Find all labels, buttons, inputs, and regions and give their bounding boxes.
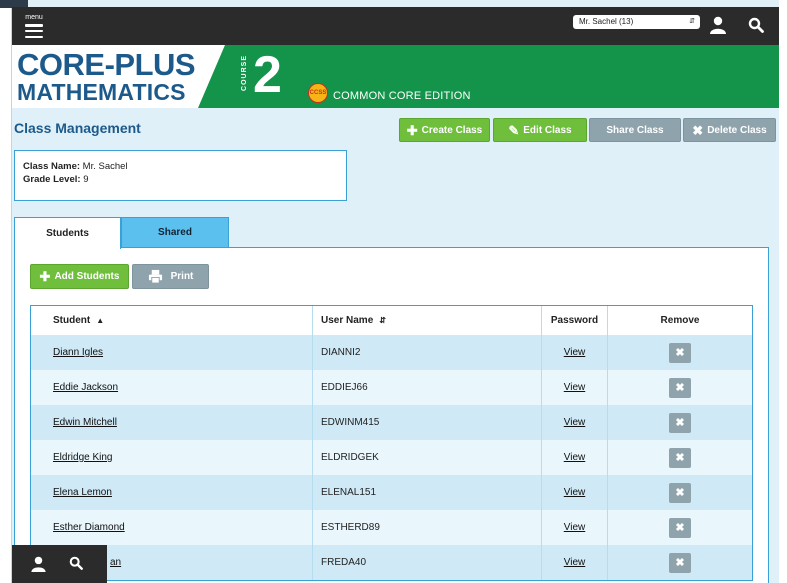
ccss-badge-icon: CCSS xyxy=(308,83,328,103)
remove-student-button[interactable]: ✖ xyxy=(669,517,691,538)
search-icon[interactable] xyxy=(69,556,83,570)
view-password-link[interactable]: View xyxy=(564,382,586,393)
table-row: Edwin Mitchell EDWINM415 View ✖ xyxy=(31,405,752,440)
course-label: COURSE xyxy=(241,55,248,91)
class-name-label: Class Name: xyxy=(23,161,81,172)
floating-toolbar xyxy=(12,545,107,583)
plus-icon: ✚ xyxy=(39,269,51,284)
create-class-label: Create Class xyxy=(421,124,483,136)
create-class-button[interactable]: ✚ Create Class xyxy=(399,118,490,142)
student-name-link[interactable]: Eldridge King xyxy=(53,452,112,463)
course-number: 2 xyxy=(253,46,282,104)
print-button[interactable]: Print xyxy=(132,264,209,289)
username-cell: ESTHERD89 xyxy=(313,510,542,545)
brand-title-line1: CORE-PLUS xyxy=(17,47,196,82)
search-icon[interactable] xyxy=(748,17,764,33)
class-name-value: Mr. Sachel xyxy=(82,161,128,172)
add-students-label: Add Students xyxy=(54,271,120,282)
remove-student-button[interactable]: ✖ xyxy=(669,377,691,398)
printer-icon xyxy=(148,269,162,284)
table-row: Eldridge King ELDRIDGEK View ✖ xyxy=(31,440,752,475)
column-header-student-label: Student xyxy=(53,315,91,326)
user-icon[interactable] xyxy=(710,16,726,34)
grade-level-value: 9 xyxy=(83,174,89,185)
remove-student-button[interactable]: ✖ xyxy=(669,342,691,363)
view-password-link[interactable]: View xyxy=(564,417,586,428)
menu-label: menu xyxy=(25,14,43,21)
table-row: Elena Lemon ELENAL151 View ✖ xyxy=(31,475,752,510)
grade-level-label: Grade Level: xyxy=(23,174,81,185)
view-password-link[interactable]: View xyxy=(564,452,586,463)
brand-title-line2: MATHEMATICS xyxy=(17,79,186,105)
page-title: Class Management xyxy=(14,120,141,136)
username-cell: FREDA40 xyxy=(313,545,542,580)
close-icon: ✖ xyxy=(692,122,704,138)
class-info-box: Class Name: Mr. Sachel Grade Level: 9 xyxy=(14,150,347,201)
edition-label: COMMON CORE EDITION xyxy=(333,90,471,102)
column-header-remove: Remove xyxy=(660,315,700,326)
menu-button[interactable]: menu xyxy=(12,7,56,45)
column-header-username[interactable]: User Name ⇵ xyxy=(313,306,542,335)
share-class-label: Share Class xyxy=(606,124,664,136)
background-window-strip-right xyxy=(779,0,787,583)
table-row: Diann Igles DIANNI2 View ✖ xyxy=(31,335,752,370)
table-row: an FREDA40 View ✖ xyxy=(31,545,752,580)
view-password-link[interactable]: View xyxy=(564,347,586,358)
student-name-link[interactable]: Diann Igles xyxy=(53,347,103,358)
remove-student-button[interactable]: ✖ xyxy=(669,412,691,433)
view-password-link[interactable]: View xyxy=(564,487,586,498)
student-name-link[interactable]: Eddie Jackson xyxy=(53,382,118,393)
top-navigation-bar: menu Mr. Sachel (13) ⇵ xyxy=(12,7,779,45)
add-students-button[interactable]: ✚ Add Students xyxy=(30,264,129,289)
edit-class-label: Edit Class xyxy=(523,124,572,136)
students-table: Student ▲ User Name ⇵ Password Remove Di… xyxy=(30,305,753,581)
class-selector-value: Mr. Sachel (13) xyxy=(579,17,634,26)
pencil-icon: ✎ xyxy=(508,122,520,138)
student-name-link[interactable]: Esther Diamond xyxy=(53,522,125,533)
student-name-link[interactable]: an xyxy=(110,557,121,568)
sort-ascending-icon: ▲ xyxy=(96,316,105,325)
share-class-button[interactable]: Share Class xyxy=(589,118,681,142)
view-password-link[interactable]: View xyxy=(564,557,586,568)
table-row: Eddie Jackson EDDIEJ66 View ✖ xyxy=(31,370,752,405)
table-row: Esther Diamond ESTHERD89 View ✖ xyxy=(31,510,752,545)
column-header-password: Password xyxy=(542,306,608,335)
class-selector[interactable]: Mr. Sachel (13) ⇵ xyxy=(573,15,700,29)
student-name-link[interactable]: Edwin Mitchell xyxy=(53,417,117,428)
course-banner xyxy=(198,45,779,108)
tab-students[interactable]: Students xyxy=(14,217,121,249)
tab-shared[interactable]: Shared xyxy=(121,217,229,248)
username-cell: EDDIEJ66 xyxy=(313,370,542,405)
username-cell: ELDRIDGEK xyxy=(313,440,542,475)
background-window-strip xyxy=(0,0,12,583)
delete-class-button[interactable]: ✖ Delete Class xyxy=(683,118,776,142)
student-name-link[interactable]: Elena Lemon xyxy=(53,487,112,498)
view-password-link[interactable]: View xyxy=(564,522,586,533)
plus-icon: ✚ xyxy=(406,122,418,138)
hamburger-icon xyxy=(25,24,43,38)
username-cell: ELENAL151 xyxy=(313,475,542,510)
delete-class-label: Delete Class xyxy=(707,124,767,136)
user-icon[interactable] xyxy=(31,556,46,572)
select-arrows-icon: ⇵ xyxy=(689,18,695,25)
column-header-student[interactable]: Student ▲ xyxy=(31,306,313,335)
brand-header: CORE-PLUS MATHEMATICS COURSE 2 CCSS COMM… xyxy=(12,45,779,108)
table-header-row: Student ▲ User Name ⇵ Password Remove xyxy=(31,306,752,335)
username-cell: EDWINM415 xyxy=(313,405,542,440)
remove-student-button[interactable]: ✖ xyxy=(669,447,691,468)
edit-class-button[interactable]: ✎ Edit Class xyxy=(493,118,587,142)
column-header-username-label: User Name xyxy=(321,315,374,326)
username-cell: DIANNI2 xyxy=(313,335,542,370)
sort-icon: ⇵ xyxy=(379,316,386,325)
print-label: Print xyxy=(170,271,194,282)
remove-student-button[interactable]: ✖ xyxy=(669,482,691,503)
remove-student-button[interactable]: ✖ xyxy=(669,552,691,573)
